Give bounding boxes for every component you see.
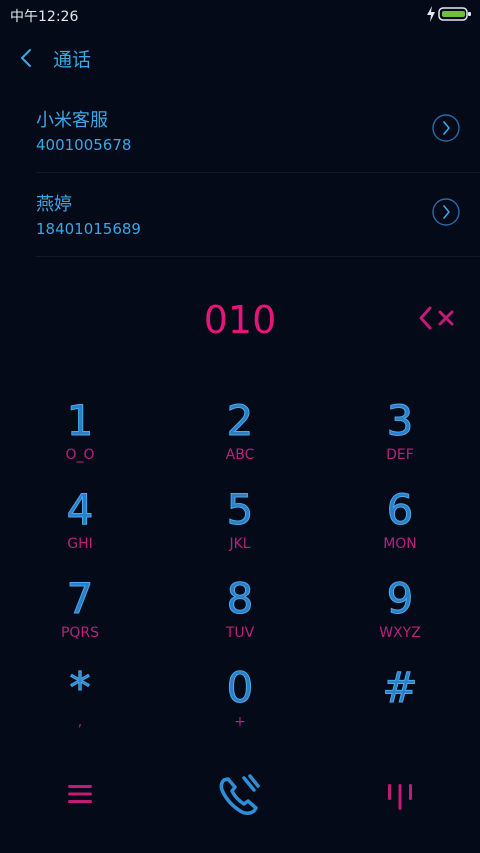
key-digit: 7 (66, 574, 94, 623)
status-bar: 中午12:26 (0, 0, 480, 28)
key-8[interactable]: 8 TUV (170, 574, 310, 652)
key-digit: 2 (226, 396, 254, 445)
chevron-left-icon[interactable] (16, 46, 38, 70)
key-digit: 1 (66, 396, 94, 445)
key-letters: DEF (386, 447, 414, 463)
key-letters: + (234, 714, 246, 730)
key-2[interactable]: 2 ABC (170, 396, 310, 474)
contact-name: 燕婷 (36, 194, 72, 215)
chevron-right-circle-icon[interactable] (432, 198, 460, 226)
key-digit: 5 (226, 485, 254, 534)
key-6[interactable]: 6 MON (330, 485, 470, 563)
contact-row[interactable]: 燕婷 18401015689 (36, 172, 480, 257)
key-letters: GHI (67, 536, 93, 552)
key-digit: 9 (386, 574, 414, 623)
key-digit: 0 (226, 663, 254, 712)
page-title: 通话 (53, 49, 92, 71)
backspace-icon[interactable] (416, 302, 460, 334)
key-digit: 6 (386, 485, 414, 534)
key-digit: * (69, 663, 91, 712)
status-time: 中午12:26 (10, 9, 79, 25)
key-digit: 4 (66, 485, 94, 534)
key-letters: JKL (229, 536, 251, 552)
contact-row[interactable]: 小米客服 4001005678 (36, 88, 480, 173)
key-digit: 8 (226, 574, 254, 623)
key-letters: MON (383, 536, 417, 552)
battery-icon (438, 7, 471, 21)
key-0[interactable]: 0 + (170, 663, 310, 741)
keypad-toggle-icon[interactable] (386, 780, 414, 812)
key-7[interactable]: 7 PQRS (10, 574, 150, 652)
contact-name: 小米客服 (36, 110, 108, 131)
key-letters: ABC (225, 447, 255, 463)
chevron-right-circle-icon[interactable] (432, 114, 460, 142)
key-letters: , (77, 714, 83, 730)
contact-number: 4001005678 (36, 136, 132, 154)
key-1[interactable]: 1 O_O (10, 396, 150, 474)
key-9[interactable]: 9 WXYZ (330, 574, 470, 652)
key-4[interactable]: 4 GHI (10, 485, 150, 563)
key-5[interactable]: 5 JKL (170, 485, 310, 563)
key-letters: TUV (225, 625, 255, 641)
contact-number: 18401015689 (36, 220, 141, 238)
dialed-number: 010 (203, 298, 277, 342)
key-letters: WXYZ (379, 625, 421, 641)
key-hash[interactable]: # (330, 663, 470, 741)
key-letters: O_O (65, 447, 95, 463)
key-letters: PQRS (60, 625, 100, 641)
charging-icon (427, 6, 435, 22)
call-icon[interactable] (214, 770, 266, 822)
key-3[interactable]: 3 DEF (330, 396, 470, 474)
key-digit: 3 (386, 396, 414, 445)
key-digit: # (382, 663, 418, 712)
key-star[interactable]: * , (10, 663, 150, 741)
header: 通话 (0, 36, 480, 80)
menu-icon[interactable] (66, 780, 94, 808)
